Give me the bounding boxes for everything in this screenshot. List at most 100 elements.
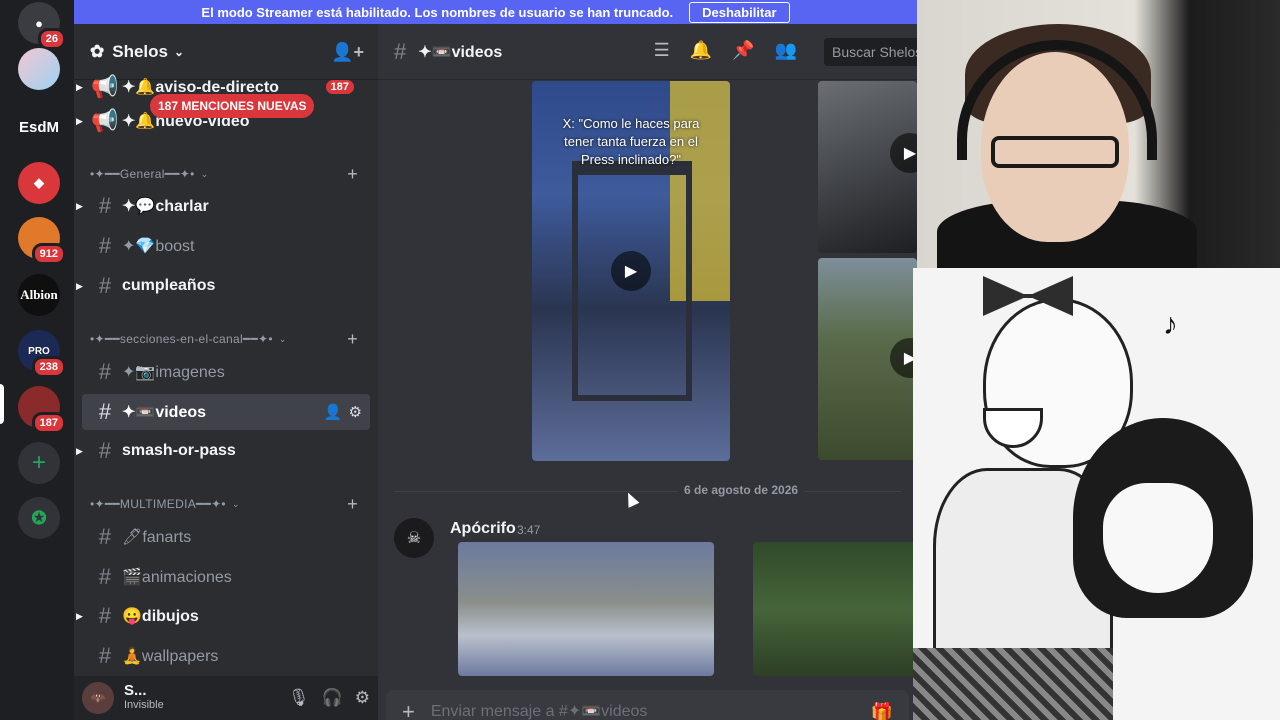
avatar[interactable]: 🦇 xyxy=(82,682,114,714)
add-member-icon[interactable]: 👤 xyxy=(324,403,343,421)
server-icon-esdm[interactable]: EsdM xyxy=(18,106,60,148)
unread-indicator-icon: ▶ xyxy=(76,81,83,92)
server-icon-pro[interactable]: PRO 238 xyxy=(18,330,66,378)
video-attachment[interactable]: ▶ xyxy=(818,81,917,253)
plus-icon: + xyxy=(31,449,46,476)
new-mentions-pill[interactable]: 187 MENCIONES NUEVAS xyxy=(150,94,315,118)
hash-icon: # xyxy=(98,359,112,384)
video-attachment[interactable]: ▶ xyxy=(818,258,917,460)
unread-indicator-icon: ▶ xyxy=(76,280,83,291)
category-label: •✦━━secciones-en-el-canal━━✦• xyxy=(90,332,273,346)
unread-badge: 912 xyxy=(31,243,66,265)
banner-message: El modo Streamer está habilitado. Los no… xyxy=(201,4,674,20)
channel-dibujos[interactable]: ▶ # 😛dibujos xyxy=(76,598,370,634)
server-label: EsdM xyxy=(18,118,59,136)
channel-boost[interactable]: # ✦💎boost xyxy=(82,228,370,264)
channel-cumpleanos[interactable]: ▶ # cumpleaños xyxy=(76,268,370,304)
server-icon-shelos[interactable]: 187 xyxy=(18,386,66,434)
hash-icon: # xyxy=(394,38,407,64)
message-timestamp: 3:47 xyxy=(517,523,541,537)
message-input[interactable] xyxy=(430,703,871,720)
channel-videos[interactable]: # ✦📼videos 👤 ⚙ xyxy=(82,394,370,430)
streamer-mode-banner: El modo Streamer está habilitado. Los no… xyxy=(74,0,917,24)
play-icon[interactable]: ▶ xyxy=(611,251,651,291)
channel-label: 😛dibujos xyxy=(122,608,199,625)
threads-icon[interactable]: ☰ xyxy=(654,40,670,61)
channel-smash-or-pass[interactable]: ▶ # smash-or-pass xyxy=(76,433,370,469)
add-server-button[interactable]: + xyxy=(18,442,60,484)
category-label: •✦━━General━━✦• xyxy=(90,167,195,181)
members-icon[interactable]: 👥 xyxy=(775,40,797,61)
announcement-icon: 📢 xyxy=(91,74,119,99)
message-author[interactable]: Apócrifo xyxy=(450,520,516,538)
unread-badge: 187 xyxy=(31,412,66,434)
gear-icon[interactable]: ⚙ xyxy=(349,403,362,421)
microphone-icon[interactable]: 🎙 xyxy=(288,688,310,708)
chevron-down-icon: ⌄ xyxy=(174,44,185,59)
play-icon[interactable]: ▶ xyxy=(890,133,917,173)
create-channel-icon[interactable]: + xyxy=(347,494,358,515)
user-status: Invisible xyxy=(124,699,164,711)
add-member-icon[interactable]: 👤+ xyxy=(331,42,364,63)
channel-fanarts[interactable]: # 🖊fanarts xyxy=(82,519,370,555)
chevron-down-icon: ⌄ xyxy=(278,333,287,344)
unread-indicator-icon: ▶ xyxy=(76,445,83,456)
chevron-down-icon: ⌄ xyxy=(231,498,240,509)
gear-icon[interactable]: ⚙ xyxy=(355,688,370,708)
channel-label: 🖊fanarts xyxy=(122,529,192,546)
create-channel-icon[interactable]: + xyxy=(347,329,358,350)
disable-streamer-mode-button[interactable]: Deshabilitar xyxy=(689,1,790,23)
pin-icon[interactable]: 📌 xyxy=(732,40,754,61)
category-general[interactable]: •✦━━General━━✦• ⌄ + xyxy=(90,164,370,184)
server-icon-fox[interactable]: 912 xyxy=(18,217,66,265)
guild-name: Shelos xyxy=(112,41,168,61)
hash-icon: # xyxy=(98,273,112,298)
unread-badge: 26 xyxy=(37,28,66,50)
discord-logo-icon: ● xyxy=(35,15,43,31)
hash-icon: # xyxy=(98,524,112,549)
channel-wallpapers[interactable]: # 🧘wallpapers xyxy=(82,638,370,674)
video-attachment[interactable] xyxy=(458,542,714,676)
guild-badge-icon: ✿ xyxy=(90,41,105,61)
compass-icon: ✪ xyxy=(31,507,47,528)
channel-animaciones[interactable]: # 🎬animaciones xyxy=(82,559,370,595)
channel-label: cumpleaños xyxy=(122,277,216,294)
manga-illustration: ♪ xyxy=(913,268,1280,720)
channel-charlar[interactable]: ▶ # ✦💬charlar xyxy=(76,188,370,224)
gift-icon[interactable]: 🎁 xyxy=(871,702,893,720)
video-attachment[interactable]: X: "Como le haces para tener tanta fuerz… xyxy=(532,81,730,461)
date-divider-label: 6 de agosto de 2026 xyxy=(678,483,805,497)
server-icon-red[interactable]: ◆ xyxy=(18,162,60,204)
attach-plus-icon[interactable]: + xyxy=(402,699,415,720)
hash-icon: # xyxy=(98,399,112,424)
server-icon-anime[interactable] xyxy=(18,48,60,90)
category-secciones[interactable]: •✦━━secciones-en-el-canal━━✦• ⌄ + xyxy=(90,329,370,349)
channel-sidebar: ✿ Shelos ⌄ 👤+ ▶ 📢 ✦🔔aviso-de-directo 187… xyxy=(74,24,378,720)
channel-imagenes[interactable]: # ✦📷imagenes xyxy=(82,354,370,390)
server-icon-albion[interactable]: Albion xyxy=(18,274,60,316)
channel-label: ✦💎boost xyxy=(122,238,195,255)
bell-icon[interactable]: 🔔 xyxy=(690,40,712,61)
category-multimedia[interactable]: •✦━━MULTIMEDIA━━✦• ⌄ + xyxy=(90,494,370,514)
announcement-icon: 📢 xyxy=(91,108,119,133)
headphones-icon[interactable]: 🎧 xyxy=(322,688,343,708)
user-panel: 🦇 S... Invisible 🎙 🎧 ⚙ xyxy=(74,676,378,720)
create-channel-icon[interactable]: + xyxy=(347,164,358,185)
webcam-figure xyxy=(991,136,1119,168)
server-label: Albion xyxy=(20,287,58,302)
channel-header: # ✦📼videos ☰ 🔔 📌 👥 Buscar Shelos xyxy=(378,24,917,80)
avatar[interactable]: ☠ xyxy=(394,518,434,558)
search-input[interactable]: Buscar Shelos xyxy=(824,38,917,66)
illustration-figure xyxy=(913,648,1113,720)
date-divider: 6 de agosto de 2026 xyxy=(394,483,901,497)
music-note-icon: ♪ xyxy=(1163,308,1178,341)
explore-servers-button[interactable]: ✪ xyxy=(18,497,60,539)
discord-window: ● 26 EsdM ◆ 912 Albion PRO 238 187 + ✪ E… xyxy=(0,0,1280,720)
hash-icon: # xyxy=(98,564,112,589)
server-label: PRO xyxy=(28,345,50,357)
channel-title: ✦📼videos xyxy=(418,43,503,61)
video-attachment[interactable] xyxy=(753,542,917,676)
channel-label: ✦📷imagenes xyxy=(122,364,225,381)
home-button[interactable]: ● 26 xyxy=(18,2,66,50)
mention-badge: 187 xyxy=(325,80,354,94)
